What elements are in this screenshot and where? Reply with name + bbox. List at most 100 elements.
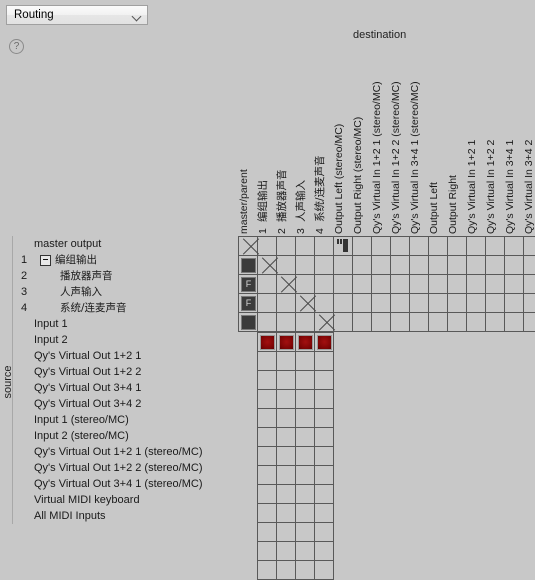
matrix-cell-r14-c1[interactable] bbox=[258, 504, 277, 523]
matrix-cell-r4-c6[interactable] bbox=[353, 313, 372, 332]
matrix-cell-r3-c0[interactable]: F bbox=[239, 294, 258, 313]
destination-col-2[interactable]: 2 播放器声音 bbox=[274, 74, 290, 235]
destination-col-6[interactable]: Output Right (stereo/MC) bbox=[350, 74, 366, 234]
matrix-cell-r4-c5[interactable] bbox=[334, 313, 353, 332]
destination-col-0[interactable]: master/parent bbox=[236, 74, 252, 234]
matrix-cell-r0-c9[interactable] bbox=[410, 237, 429, 256]
matrix-mute-button[interactable] bbox=[241, 315, 256, 330]
source-row-4[interactable]: 4 系统/连麦声音 bbox=[16, 300, 236, 316]
matrix-cell-r16-c3[interactable] bbox=[296, 542, 315, 561]
matrix-cell-r3-c11[interactable] bbox=[448, 294, 467, 313]
source-row-6[interactable]: Input 2 bbox=[16, 332, 236, 348]
source-row-0[interactable]: master output bbox=[16, 236, 236, 252]
matrix-cell-r12-c1[interactable] bbox=[258, 466, 277, 485]
matrix-cell-r2-c12[interactable] bbox=[467, 275, 486, 294]
matrix-cell-r6-c2[interactable] bbox=[277, 352, 296, 371]
matrix-cell-r1-c6[interactable] bbox=[353, 256, 372, 275]
matrix-cell-r0-c6[interactable] bbox=[353, 237, 372, 256]
matrix-follow-button[interactable]: F bbox=[241, 277, 256, 292]
matrix-cell-r15-c2[interactable] bbox=[277, 523, 296, 542]
source-row-5[interactable]: Input 1 bbox=[16, 316, 236, 332]
matrix-cell-r16-c1[interactable] bbox=[258, 542, 277, 561]
matrix-active-connection[interactable] bbox=[298, 335, 313, 350]
matrix-cell-r3-c10[interactable] bbox=[429, 294, 448, 313]
matrix-cell-r0-c3[interactable] bbox=[296, 237, 315, 256]
destination-col-15[interactable]: Qy's Virtual In 3+4 2 bbox=[521, 74, 535, 234]
destination-col-12[interactable]: Qy's Virtual In 1+2 1 bbox=[464, 74, 480, 234]
matrix-cell-r17-c1[interactable] bbox=[258, 561, 277, 580]
matrix-cell-diagonal-r4-c4[interactable] bbox=[315, 313, 334, 332]
matrix-cell-r5-c2[interactable] bbox=[277, 333, 296, 352]
destination-col-10[interactable]: Output Left bbox=[426, 74, 442, 234]
matrix-cell-r2-c4[interactable] bbox=[315, 275, 334, 294]
matrix-cell-r13-c4[interactable] bbox=[315, 485, 334, 504]
matrix-cell-r2-c9[interactable] bbox=[410, 275, 429, 294]
matrix-cell-r4-c1[interactable] bbox=[258, 313, 277, 332]
matrix-cell-r11-c3[interactable] bbox=[296, 447, 315, 466]
matrix-cell-diagonal-r2-c2[interactable] bbox=[277, 275, 296, 294]
matrix-cell-r16-c4[interactable] bbox=[315, 542, 334, 561]
matrix-cell-r2-c0[interactable]: F bbox=[239, 275, 258, 294]
source-row-3[interactable]: 3 人声输入 bbox=[16, 284, 236, 300]
matrix-cell-r9-c1[interactable] bbox=[258, 409, 277, 428]
matrix-cell-r2-c7[interactable] bbox=[372, 275, 391, 294]
destination-col-9[interactable]: Qy's Virtual In 3+4 1 (stereo/MC) bbox=[407, 74, 423, 234]
matrix-cell-r0-c7[interactable] bbox=[372, 237, 391, 256]
matrix-cell-r17-c4[interactable] bbox=[315, 561, 334, 580]
matrix-cell-r17-c2[interactable] bbox=[277, 561, 296, 580]
matrix-cell-diagonal-r0-c0[interactable] bbox=[239, 237, 258, 256]
matrix-cell-r7-c1[interactable] bbox=[258, 371, 277, 390]
destination-col-4[interactable]: 4 系统/连麦声音 bbox=[312, 74, 328, 234]
matrix-cell-r4-c0[interactable] bbox=[239, 313, 258, 332]
matrix-cell-r15-c4[interactable] bbox=[315, 523, 334, 542]
matrix-cell-r6-c4[interactable] bbox=[315, 352, 334, 371]
matrix-cell-r12-c2[interactable] bbox=[277, 466, 296, 485]
matrix-cell-r8-c4[interactable] bbox=[315, 390, 334, 409]
matrix-cell-r1-c7[interactable] bbox=[372, 256, 391, 275]
matrix-cell-r0-c2[interactable] bbox=[277, 237, 296, 256]
destination-col-1[interactable]: 1 编组输出 bbox=[255, 74, 271, 234]
routing-mode-select[interactable]: Routing bbox=[6, 5, 148, 25]
matrix-cell-r7-c3[interactable] bbox=[296, 371, 315, 390]
matrix-cell-r17-c3[interactable] bbox=[296, 561, 315, 580]
source-row-13[interactable]: Qy's Virtual Out 1+2 1 (stereo/MC) bbox=[16, 444, 236, 460]
matrix-cell-r4-c12[interactable] bbox=[467, 313, 486, 332]
matrix-cell-r1-c0[interactable] bbox=[239, 256, 258, 275]
matrix-cell-diagonal-r3-c3[interactable] bbox=[296, 294, 315, 313]
matrix-cell-r4-c14[interactable] bbox=[505, 313, 524, 332]
matrix-cell-r5-c3[interactable] bbox=[296, 333, 315, 352]
destination-col-11[interactable]: Output Right bbox=[445, 74, 461, 234]
destination-col-8[interactable]: Qy's Virtual In 1+2 2 (stereo/MC) bbox=[388, 74, 404, 234]
matrix-cell-r4-c2[interactable] bbox=[277, 313, 296, 332]
matrix-cell-r14-c4[interactable] bbox=[315, 504, 334, 523]
matrix-mute-button[interactable] bbox=[241, 258, 256, 273]
source-row-11[interactable]: Input 1 (stereo/MC) bbox=[16, 412, 236, 428]
matrix-cell-r0-c14[interactable] bbox=[505, 237, 524, 256]
matrix-cell-r5-c1[interactable] bbox=[258, 333, 277, 352]
matrix-cell-r2-c5[interactable] bbox=[334, 275, 353, 294]
matrix-cell-r0-c10[interactable] bbox=[429, 237, 448, 256]
matrix-cell-r2-c14[interactable] bbox=[505, 275, 524, 294]
matrix-cell-r9-c2[interactable] bbox=[277, 409, 296, 428]
matrix-cell-r1-c15[interactable] bbox=[524, 256, 535, 275]
matrix-cell-r3-c2[interactable] bbox=[277, 294, 296, 313]
source-row-9[interactable]: Qy's Virtual Out 3+4 1 bbox=[16, 380, 236, 396]
matrix-cell-r1-c2[interactable] bbox=[277, 256, 296, 275]
matrix-cell-r5-c4[interactable] bbox=[315, 333, 334, 352]
matrix-cell-r10-c3[interactable] bbox=[296, 428, 315, 447]
matrix-cell-r3-c6[interactable] bbox=[353, 294, 372, 313]
matrix-cell-r4-c11[interactable] bbox=[448, 313, 467, 332]
source-row-7[interactable]: Qy's Virtual Out 1+2 1 bbox=[16, 348, 236, 364]
matrix-cell-r3-c14[interactable] bbox=[505, 294, 524, 313]
matrix-cell-r14-c3[interactable] bbox=[296, 504, 315, 523]
matrix-cell-r1-c14[interactable] bbox=[505, 256, 524, 275]
matrix-cell-r7-c4[interactable] bbox=[315, 371, 334, 390]
matrix-cell-r7-c2[interactable] bbox=[277, 371, 296, 390]
matrix-cell-r3-c5[interactable] bbox=[334, 294, 353, 313]
matrix-cell-r1-c9[interactable] bbox=[410, 256, 429, 275]
help-button[interactable]: ? bbox=[9, 39, 24, 54]
matrix-cell-r12-c4[interactable] bbox=[315, 466, 334, 485]
matrix-cell-r6-c1[interactable] bbox=[258, 352, 277, 371]
matrix-cell-r2-c1[interactable] bbox=[258, 275, 277, 294]
source-row-14[interactable]: Qy's Virtual Out 1+2 2 (stereo/MC) bbox=[16, 460, 236, 476]
